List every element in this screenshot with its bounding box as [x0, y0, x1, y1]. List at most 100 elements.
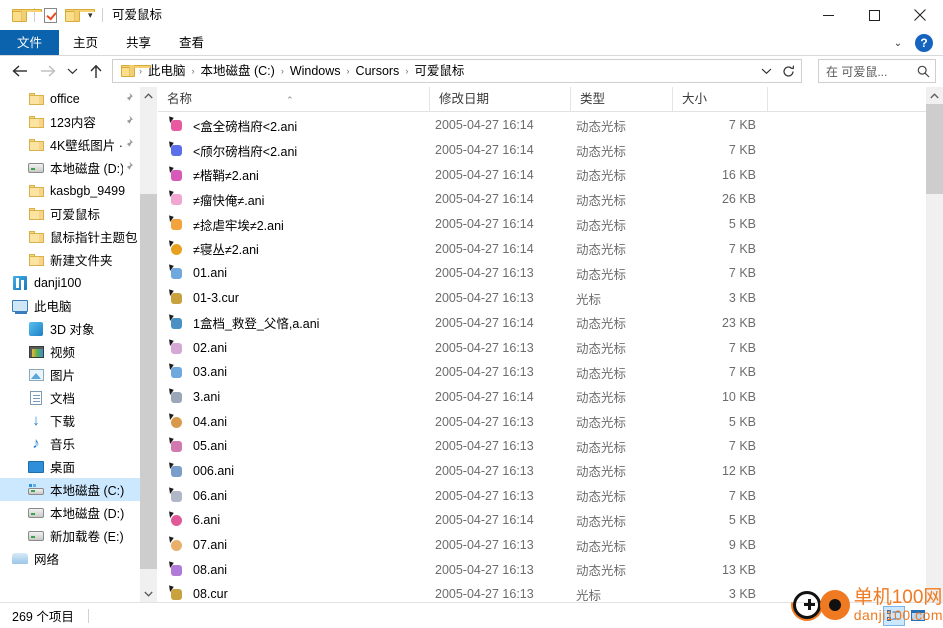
breadcrumb-bar[interactable]: › 此电脑 › 本地磁盘 (C:) › Windows › Cursors › … [112, 59, 802, 83]
table-row[interactable]: 1盒档_救登_父悋,a.ani 2005-04-27 16:14 动态光标 23 KB [158, 311, 926, 336]
sidebar-item-12[interactable]: 图片 [0, 363, 140, 386]
breadcrumb-item-0[interactable]: 此电脑 [143, 60, 191, 82]
file-date-cell: 2005-04-27 16:13 [435, 538, 534, 553]
properties-icon[interactable] [39, 5, 61, 25]
back-button[interactable] [6, 58, 34, 84]
table-row[interactable]: 02.ani 2005-04-27 16:13 动态光标 7 KB [158, 335, 926, 360]
table-row[interactable]: ≠寝丛≠2.ani 2005-04-27 16:14 动态光标 7 KB [158, 236, 926, 261]
details-view-icon[interactable] [883, 606, 905, 626]
table-row[interactable]: 6.ani 2005-04-27 16:14 动态光标 5 KB [158, 508, 926, 533]
chevron-down-icon[interactable]: ⌄ [887, 38, 909, 49]
sidebar-item-17[interactable]: 本地磁盘 (C:) [0, 478, 140, 501]
minimize-button[interactable] [805, 0, 851, 30]
table-row[interactable]: <颀尔磅档府<2.ani 2005-04-27 16:14 动态光标 7 KB [158, 138, 926, 163]
table-row[interactable]: 08.cur 2005-04-27 16:13 光标 3 KB [158, 582, 926, 602]
desktop-icon [26, 460, 46, 473]
breadcrumb-item-4[interactable]: 可爱鼠标 [409, 60, 469, 82]
table-row[interactable]: 08.ani 2005-04-27 16:13 动态光标 13 KB [158, 557, 926, 582]
table-row[interactable]: 04.ani 2005-04-27 16:13 动态光标 5 KB [158, 409, 926, 434]
breadcrumb-item-1[interactable]: 本地磁盘 (C:) [196, 60, 280, 82]
sidebar-item-9[interactable]: 此电脑 [0, 294, 140, 317]
file-list-scrollbar[interactable] [926, 87, 943, 602]
search-icon[interactable] [915, 65, 931, 78]
column-header-type[interactable]: 类型 [571, 87, 673, 111]
table-row[interactable]: 3.ani 2005-04-27 16:14 动态光标 10 KB [158, 385, 926, 410]
file-name-cell: ≠瘤快俺≠.ani [167, 190, 264, 209]
refresh-icon[interactable] [777, 60, 799, 82]
tab-share[interactable]: 共享 [112, 30, 165, 56]
breadcrumb-item-3[interactable]: Cursors [351, 60, 405, 82]
new-folder-icon[interactable] [61, 5, 95, 25]
tab-file[interactable]: 文件 [0, 30, 60, 56]
pin-icon[interactable] [123, 161, 140, 175]
sidebar-item-20[interactable]: 网络 [0, 547, 140, 570]
sidebar-item-8[interactable]: danji100 [0, 271, 140, 294]
sidebar-item-label: 下载 [50, 415, 76, 429]
file-type-cell: 光标 [576, 588, 602, 602]
sidebar-item-2[interactable]: 4K壁纸图片 · [0, 133, 140, 156]
folder-icon[interactable] [8, 5, 42, 25]
sidebar-item-18[interactable]: 本地磁盘 (D:) [0, 501, 140, 524]
folder-icon [26, 184, 46, 197]
sidebar-item-5[interactable]: 可爱鼠标 [0, 202, 140, 225]
sidebar-item-6[interactable]: 鼠标指针主题包 [0, 225, 140, 248]
sidebar-item-10[interactable]: 3D 对象 [0, 317, 140, 340]
sidebar-item-3[interactable]: 本地磁盘 (D:) [0, 156, 140, 179]
breadcrumb-item-2[interactable]: Windows [285, 60, 346, 82]
pin-icon[interactable] [123, 115, 140, 129]
cursor-file-icon [167, 215, 187, 232]
column-header-size[interactable]: 大小 [673, 87, 768, 111]
sidebar-item-4[interactable]: kasbgb_9499 [0, 179, 140, 202]
sidebar-item-13[interactable]: 文档 [0, 386, 140, 409]
sidebar-item-1[interactable]: 123内容 [0, 110, 140, 133]
file-name-cell: 006.ani [167, 462, 234, 479]
table-row[interactable]: 01-3.cur 2005-04-27 16:13 光标 3 KB [158, 286, 926, 311]
table-row[interactable]: 06.ani 2005-04-27 16:13 动态光标 7 KB [158, 483, 926, 508]
nav-scroll-down-button[interactable] [140, 585, 157, 602]
nav-scroll-up-button[interactable] [140, 87, 157, 104]
table-row[interactable]: ≠楷鞘≠2.ani 2005-04-27 16:14 动态光标 16 KB [158, 162, 926, 187]
sidebar-item-15[interactable]: ♪ 音乐 [0, 432, 140, 455]
table-row[interactable]: 07.ani 2005-04-27 16:13 动态光标 9 KB [158, 533, 926, 558]
help-button[interactable]: ? [915, 34, 933, 52]
sidebar-item-0[interactable]: office [0, 87, 140, 110]
search-box[interactable]: 在 可爱鼠... [818, 59, 936, 83]
sidebar-item-7[interactable]: 新建文件夹 [0, 248, 140, 271]
up-button[interactable] [82, 58, 110, 84]
sidebar-item-11[interactable]: 视频 [0, 340, 140, 363]
file-date-cell: 2005-04-27 16:14 [435, 217, 534, 232]
list-scrollbar-thumb[interactable] [926, 104, 943, 194]
address-dropdown-icon[interactable] [755, 60, 777, 82]
pin-icon[interactable] [123, 138, 140, 152]
table-row[interactable]: 01.ani 2005-04-27 16:13 动态光标 7 KB [158, 261, 926, 286]
cursor-file-icon [167, 437, 187, 454]
pin-icon[interactable] [123, 92, 140, 106]
list-scroll-up-button[interactable] [926, 87, 943, 104]
table-row[interactable]: <盒全磅档府<2.ani 2005-04-27 16:14 动态光标 7 KB [158, 113, 926, 138]
tab-home[interactable]: 主页 [59, 30, 112, 56]
file-name-cell: 05.ani [167, 437, 227, 454]
column-header-name[interactable]: ⌃ 名称 [158, 87, 430, 111]
table-row[interactable]: ≠瘤快俺≠.ani 2005-04-27 16:14 动态光标 26 KB [158, 187, 926, 212]
column-header-date[interactable]: 修改日期 [430, 87, 571, 111]
file-size-cell: 10 KB [721, 389, 756, 404]
table-row[interactable]: 05.ani 2005-04-27 16:13 动态光标 7 KB [158, 434, 926, 459]
close-button[interactable] [897, 0, 943, 30]
file-size-cell: 26 KB [721, 192, 756, 207]
nav-scrollbar-thumb[interactable] [140, 194, 157, 569]
search-input[interactable]: 在 可爱鼠... [826, 63, 915, 80]
tab-view[interactable]: 查看 [165, 30, 218, 56]
sidebar-item-19[interactable]: 新加载卷 (E:) [0, 524, 140, 547]
sidebar-item-16[interactable]: 桌面 [0, 455, 140, 478]
breadcrumb-folder-icon[interactable] [118, 65, 151, 77]
sidebar-item-14[interactable]: ↓ 下载 [0, 409, 140, 432]
large-icons-view-icon[interactable] [907, 606, 929, 626]
forward-button[interactable] [34, 58, 62, 84]
navigation-pane-scrollbar[interactable] [140, 87, 157, 602]
cursor-file-icon [167, 536, 187, 553]
table-row[interactable]: 006.ani 2005-04-27 16:13 动态光标 12 KB [158, 459, 926, 484]
maximize-button[interactable] [851, 0, 897, 30]
recent-locations-button[interactable] [62, 58, 82, 84]
table-row[interactable]: ≠捻虐牢埃≠2.ani 2005-04-27 16:14 动态光标 5 KB [158, 212, 926, 237]
table-row[interactable]: 03.ani 2005-04-27 16:13 动态光标 7 KB [158, 360, 926, 385]
